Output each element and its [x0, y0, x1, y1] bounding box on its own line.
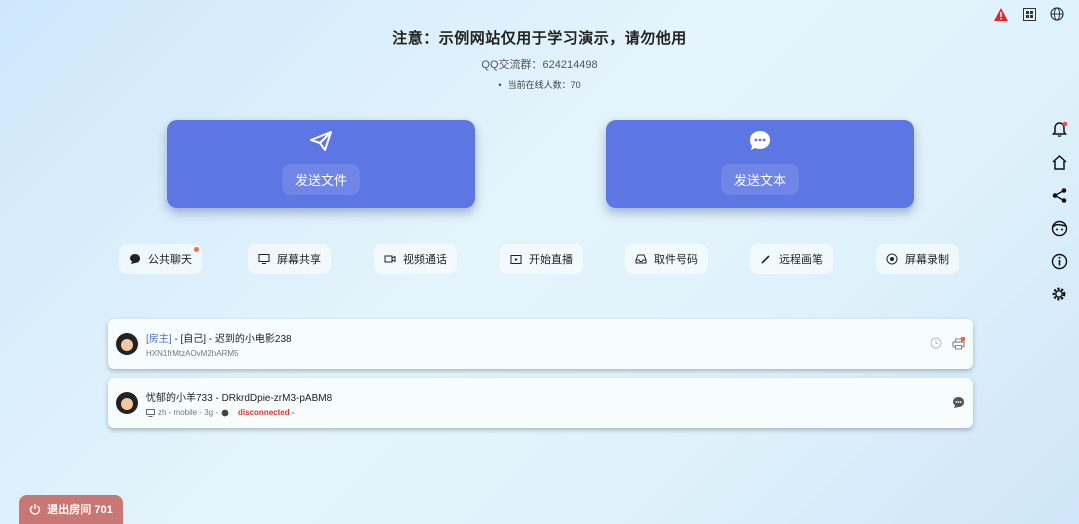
- info-icon[interactable]: [1049, 251, 1069, 271]
- remote-pen-label: 远程画笔: [779, 254, 823, 266]
- video-call-button[interactable]: 视频通话: [374, 244, 457, 274]
- home-icon[interactable]: [1049, 152, 1069, 172]
- user-meta: zh - mobile - 3g - disconnected -: [146, 408, 294, 417]
- top-toolbar: [993, 6, 1065, 22]
- live-tv-icon: [510, 255, 522, 264]
- connection-status: disconnected -: [238, 408, 295, 417]
- exit-room-button[interactable]: 退出房间 701: [19, 495, 123, 524]
- chat-icon: [130, 254, 140, 264]
- video-camera-icon: [384, 255, 396, 263]
- avatar: [116, 333, 138, 355]
- clock-icon[interactable]: [929, 336, 943, 350]
- start-live-label: 开始直播: [529, 254, 573, 266]
- page-header: 注意：示例网站仅用于学习演示，请勿他用 QQ交流群：624214498 当前在线…: [0, 27, 1079, 91]
- power-icon: [30, 504, 41, 515]
- record-icon: [886, 253, 898, 265]
- screen-record-label: 屏幕录制: [905, 254, 949, 266]
- public-chat-button[interactable]: 公共聊天: [119, 244, 202, 274]
- globe-small-icon: [221, 409, 229, 416]
- owner-tag: [房主]: [146, 334, 172, 345]
- online-count: 当前在线人数：70: [0, 78, 1079, 91]
- screen-share-button[interactable]: 屏幕共享: [248, 244, 331, 274]
- bell-icon[interactable]: [1049, 119, 1069, 139]
- desktop-icon: [146, 408, 155, 417]
- user-title: [房主] - [自己] - 迟到的小电影238: [146, 330, 292, 345]
- pickup-code-label: 取件号码: [654, 254, 698, 266]
- send-text-button[interactable]: 发送文本: [606, 120, 914, 208]
- qq-group-text: QQ交流群：624214498: [481, 59, 598, 71]
- globe-icon[interactable]: [1049, 6, 1065, 22]
- pickup-code-button[interactable]: 取件号码: [625, 244, 708, 274]
- monitor-icon: [258, 254, 270, 264]
- right-sidebar: [1049, 119, 1069, 304]
- share-icon[interactable]: [1049, 185, 1069, 205]
- screen-record-button[interactable]: 屏幕录制: [876, 244, 959, 274]
- chat-bubble-icon: [750, 131, 770, 150]
- inbox-icon: [635, 254, 647, 264]
- notification-dot: [194, 247, 199, 252]
- user-card[interactable]: 忧郁的小羊733 - DRkrdDpie-zrM3-pABM8 zh - mob…: [108, 378, 973, 428]
- chat-icon[interactable]: [951, 395, 965, 409]
- paper-plane-icon: [310, 131, 332, 151]
- avatar: [116, 392, 138, 414]
- gear-icon[interactable]: [1049, 284, 1069, 304]
- send-file-label: 发送文件: [281, 164, 360, 195]
- face-icon[interactable]: [1049, 218, 1069, 238]
- start-live-button[interactable]: 开始直播: [500, 244, 583, 274]
- device-info: zh - mobile - 3g -: [158, 408, 219, 417]
- card-actions: [951, 395, 965, 409]
- user-name: - 迟到的小电影238: [206, 334, 292, 345]
- grid-icon[interactable]: [1021, 6, 1037, 22]
- video-call-label: 视频通话: [403, 254, 447, 266]
- self-tag: [自己]: [180, 334, 207, 345]
- pen-icon: [761, 255, 770, 264]
- screen-share-label: 屏幕共享: [277, 254, 321, 266]
- exit-room-label: 退出房间 701: [47, 504, 113, 516]
- card-actions: [929, 336, 965, 350]
- send-file-button[interactable]: 发送文件: [167, 120, 475, 208]
- remote-pen-button[interactable]: 远程画笔: [750, 244, 833, 274]
- public-chat-label: 公共聊天: [148, 254, 192, 266]
- user-id: HXN1frMtzAOvM2hARM5: [146, 349, 239, 358]
- printer-icon[interactable]: [951, 336, 965, 350]
- warning-icon[interactable]: [993, 6, 1009, 22]
- send-text-label: 发送文本: [720, 164, 799, 195]
- user-card[interactable]: [房主] - [自己] - 迟到的小电影238 HXN1frMtzAOvM2hA…: [108, 319, 973, 369]
- user-name: 忧郁的小羊733 - DRkrdDpie-zrM3-pABM8: [146, 393, 333, 404]
- notice-title: 注意：示例网站仅用于学习演示，请勿他用: [392, 30, 687, 47]
